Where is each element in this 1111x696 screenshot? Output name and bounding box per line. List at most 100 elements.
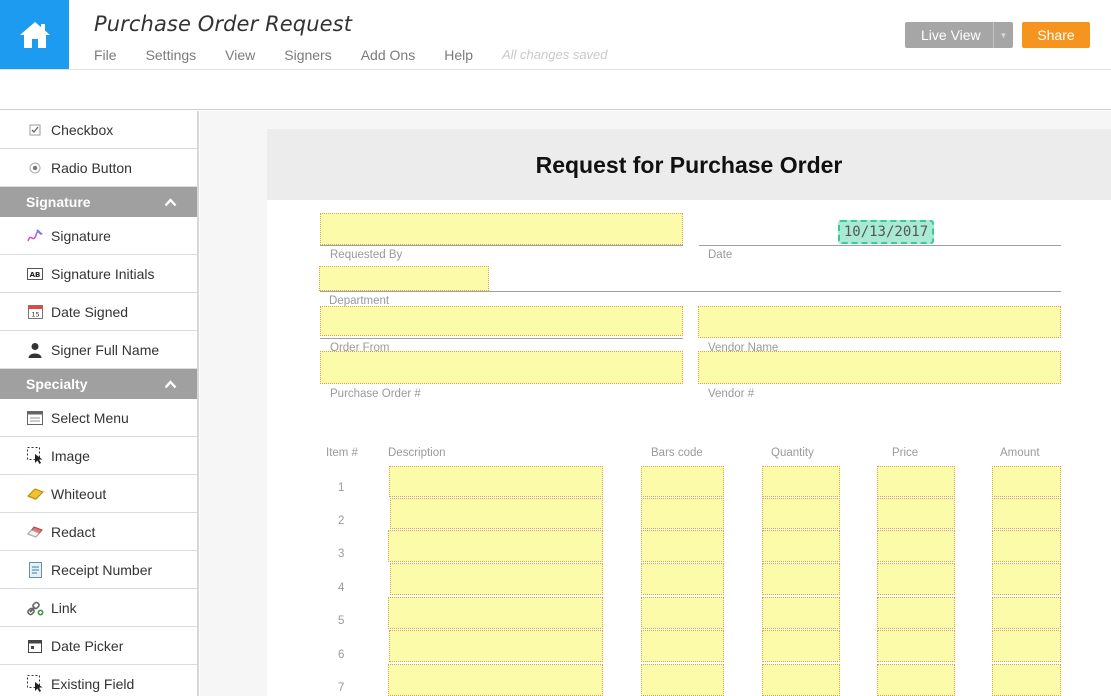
price-field[interactable]: [877, 664, 955, 696]
vendor-name-field[interactable]: [698, 306, 1061, 338]
select-menu-icon: [26, 409, 44, 427]
row-number: 3: [338, 548, 345, 560]
sidebar-item-label: Radio Button: [51, 159, 132, 176]
description-field[interactable]: [388, 664, 603, 696]
description-field[interactable]: [388, 597, 603, 629]
description-field[interactable]: [389, 466, 603, 497]
department-field[interactable]: [319, 266, 489, 291]
price-field[interactable]: [877, 597, 955, 629]
amount-field[interactable]: [992, 530, 1061, 562]
sidebar-item-link[interactable]: Link: [0, 589, 197, 627]
quantity-field[interactable]: [762, 630, 840, 662]
sidebar-item-label: Date Signed: [51, 303, 129, 320]
sidebar-item-radio-button[interactable]: Radio Button: [0, 149, 197, 187]
sidebar-item-image[interactable]: Image: [0, 437, 197, 475]
document-heading: Request for Purchase Order: [535, 152, 843, 178]
amount-field[interactable]: [992, 597, 1061, 629]
sidebar-item-label: Redact: [51, 523, 96, 540]
quantity-field[interactable]: [762, 664, 840, 696]
menu-settings[interactable]: Settings: [146, 47, 197, 63]
bars-code-field[interactable]: [641, 597, 724, 629]
sidebar-item-label: Image: [51, 447, 90, 464]
sidebar-item-label: Existing Field: [51, 675, 135, 692]
row-number: 2: [338, 515, 345, 527]
date-field[interactable]: 10/13/2017: [838, 220, 934, 244]
section-header-specialty[interactable]: Specialty: [0, 369, 197, 399]
sidebar-item-signer-full-name[interactable]: Signer Full Name: [0, 331, 197, 369]
amount-field[interactable]: [992, 498, 1061, 529]
amount-field[interactable]: [992, 630, 1061, 662]
po-number-field[interactable]: [320, 351, 683, 384]
quantity-field[interactable]: [762, 498, 840, 529]
field-sidebar: Checkbox Radio Button Signature Signatur…: [0, 111, 199, 696]
bars-code-field[interactable]: [641, 563, 724, 595]
description-field[interactable]: [390, 563, 603, 595]
chevron-up-icon[interactable]: [164, 377, 177, 392]
vendor-number-label: Vendor #: [708, 388, 755, 400]
amount-field[interactable]: [992, 664, 1061, 696]
sidebar-item-whiteout[interactable]: Whiteout: [0, 475, 197, 513]
sidebar-item-signature-initials[interactable]: AB Signature Initials: [0, 255, 197, 293]
menu-file[interactable]: File: [94, 47, 117, 63]
section-header-signature[interactable]: Signature: [0, 187, 197, 217]
share-button[interactable]: Share: [1022, 22, 1090, 48]
date-picker-icon: [26, 637, 44, 655]
row-number: 7: [338, 682, 345, 694]
bars-code-field[interactable]: [641, 466, 724, 497]
sidebar-item-signature[interactable]: Signature: [0, 217, 197, 255]
po-number-label: Purchase Order #: [330, 388, 421, 400]
chevron-down-icon[interactable]: ▼: [993, 22, 1013, 48]
quantity-field[interactable]: [762, 597, 840, 629]
quantity-field[interactable]: [762, 530, 840, 562]
redact-icon: [26, 523, 44, 541]
row-number: 5: [338, 615, 345, 627]
sidebar-item-label: Link: [51, 599, 77, 616]
home-button[interactable]: [0, 0, 69, 69]
sidebar-item-date-signed[interactable]: 15 Date Signed: [0, 293, 197, 331]
description-field[interactable]: [390, 498, 603, 529]
price-field[interactable]: [877, 630, 955, 662]
price-field[interactable]: [877, 498, 955, 529]
department-line: [320, 291, 1061, 292]
receipt-icon: [26, 561, 44, 579]
link-icon: [26, 599, 44, 617]
radio-icon: [26, 159, 44, 177]
sidebar-item-date-picker[interactable]: Date Picker: [0, 627, 197, 665]
sidebar-item-select-menu[interactable]: Select Menu: [0, 399, 197, 437]
home-icon: [19, 21, 50, 48]
menu-bar: File Settings View Signers Add Ons Help …: [94, 47, 608, 63]
chevron-up-icon[interactable]: [164, 195, 177, 210]
menu-signers[interactable]: Signers: [284, 47, 331, 63]
row-number: 1: [338, 482, 345, 494]
image-select-icon: [26, 447, 44, 465]
menu-view[interactable]: View: [225, 47, 255, 63]
bars-code-field[interactable]: [641, 530, 724, 562]
description-field[interactable]: [389, 630, 603, 662]
menu-add-ons[interactable]: Add Ons: [361, 47, 415, 63]
bars-code-field[interactable]: [641, 498, 724, 529]
quantity-field[interactable]: [762, 466, 840, 497]
sidebar-item-redact[interactable]: Redact: [0, 513, 197, 551]
requested-by-line: [320, 245, 683, 246]
bars-code-field[interactable]: [641, 630, 724, 662]
sidebar-item-receipt-number[interactable]: Receipt Number: [0, 551, 197, 589]
vendor-number-field[interactable]: [698, 351, 1061, 384]
amount-field[interactable]: [992, 563, 1061, 595]
sidebar-item-label: Signature: [51, 227, 111, 244]
date-line: [699, 245, 1061, 246]
order-from-field[interactable]: [320, 306, 683, 336]
live-view-button[interactable]: Live View ▼: [905, 22, 1013, 48]
price-field[interactable]: [877, 466, 955, 497]
document-title[interactable]: Purchase Order Request: [94, 12, 352, 36]
description-field[interactable]: [388, 530, 603, 562]
price-field[interactable]: [877, 563, 955, 595]
quantity-field[interactable]: [762, 563, 840, 595]
price-field[interactable]: [877, 530, 955, 562]
sidebar-item-existing-field[interactable]: Existing Field: [0, 665, 197, 696]
amount-field[interactable]: [992, 466, 1061, 497]
requested-by-field[interactable]: [320, 213, 683, 245]
menu-help[interactable]: Help: [444, 47, 473, 63]
bars-code-field[interactable]: [641, 664, 724, 696]
requested-by-label: Requested By: [330, 249, 403, 261]
sidebar-item-checkbox[interactable]: Checkbox: [0, 111, 197, 149]
